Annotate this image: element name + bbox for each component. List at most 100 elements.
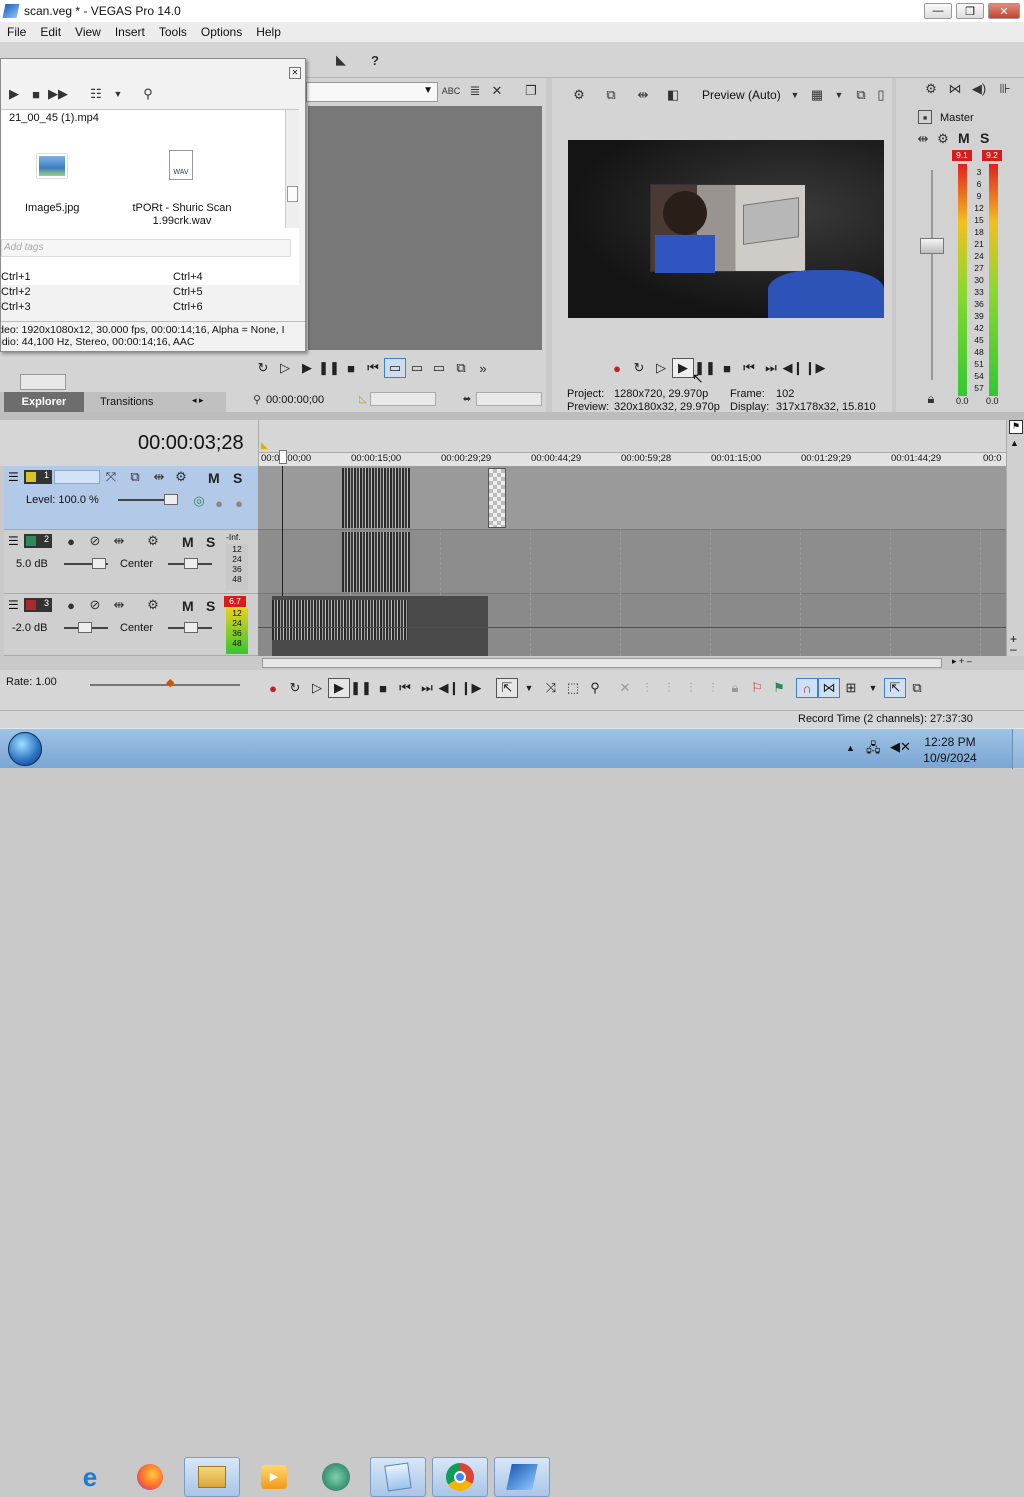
zoom-out-icon[interactable]: –	[1010, 642, 1017, 656]
volume-slider-handle[interactable]	[78, 622, 92, 633]
level-slider-handle[interactable]	[164, 494, 178, 505]
track-header-3[interactable]: ☰ 3 ● ⊘ ⇹ ⚙ M S -2.0 dB Center 6.7 12 24…	[4, 594, 258, 656]
mask-icon[interactable]: ●	[230, 494, 248, 512]
audio-clip-2[interactable]	[342, 532, 410, 592]
spellcheck-icon[interactable]: ABC	[442, 82, 461, 100]
menu-edit[interactable]: Edit	[33, 25, 68, 39]
automation-icon[interactable]: ⇹	[150, 468, 168, 486]
menu-options[interactable]: Options	[194, 25, 249, 39]
play-icon[interactable]: ▶	[5, 85, 23, 103]
network-icon[interactable]: 🖧︎	[866, 739, 881, 761]
start-orb[interactable]	[8, 732, 42, 766]
go-to-end-icon[interactable]: ⏭	[760, 358, 782, 378]
clock-date[interactable]: 10/9/2024	[920, 751, 980, 765]
solo-button[interactable]: S	[206, 534, 215, 550]
master-fader-handle[interactable]	[920, 238, 944, 254]
tab-scroll-arrows[interactable]: ◂ ▸	[192, 395, 204, 406]
loop-icon[interactable]: ↻	[252, 358, 274, 378]
views-icon[interactable]: ☷	[87, 85, 105, 103]
vegas-pro-icon[interactable]	[494, 1457, 550, 1497]
scrollbar-thumb[interactable]	[287, 186, 298, 202]
record-icon[interactable]: ●	[262, 678, 284, 698]
overlay-icon[interactable]: ◧	[664, 86, 682, 104]
chevron-down-icon[interactable]: ▼	[109, 85, 127, 103]
pan-slider-handle[interactable]	[184, 558, 198, 569]
cursor-icon[interactable]: ◣	[332, 51, 350, 69]
chrome-icon[interactable]	[432, 1457, 488, 1497]
chevron-down-icon[interactable]: ▼	[862, 678, 884, 698]
teamviewer-icon[interactable]	[308, 1457, 364, 1497]
vertical-scrollbar[interactable]	[285, 110, 299, 228]
length-field[interactable]	[476, 392, 542, 406]
file-explorer-icon[interactable]	[184, 1457, 240, 1497]
video-clip[interactable]	[342, 468, 410, 528]
ignore-grouping-icon[interactable]: ⧉	[906, 678, 928, 698]
transparent-clip[interactable]	[488, 468, 506, 528]
scroll-up-icon[interactable]: ▲	[1010, 438, 1019, 448]
play-icon[interactable]: ▶	[296, 358, 318, 378]
wav-file-icon[interactable]: WAV	[169, 150, 193, 180]
split-screen-icon[interactable]: ⇹	[634, 86, 652, 104]
go-to-start-icon[interactable]: ⏮	[362, 358, 384, 378]
mute-button[interactable]: M	[182, 534, 194, 550]
record-arm-icon[interactable]: ●	[62, 532, 80, 550]
timeline-ruler[interactable]: ◣ 00:00:00;00 00:00:15;00 00:00:29;29 00…	[258, 420, 1007, 466]
lock-envelopes-icon[interactable]: ⇱	[884, 678, 906, 698]
chevron-down-icon[interactable]: ▼	[518, 678, 540, 698]
loop-icon[interactable]: ↻	[628, 358, 650, 378]
add-to-timeline-icon[interactable]: ⧉	[450, 358, 472, 378]
trim-mode-icon[interactable]: ▭	[384, 358, 406, 378]
envelope-tool-icon[interactable]: ⤨	[540, 678, 562, 698]
go-to-start-icon[interactable]: ⏮	[394, 678, 416, 698]
save-snapshot-icon[interactable]: ▯	[872, 86, 890, 104]
volume-slider-handle[interactable]	[92, 558, 106, 569]
downmix-icon[interactable]: ⋈	[946, 80, 964, 98]
clear-icon[interactable]: ✕	[488, 82, 506, 100]
mute-button[interactable]: M	[958, 130, 970, 146]
record-arm-icon[interactable]: ●	[62, 596, 80, 614]
compositing-icon[interactable]: ⧉	[126, 468, 144, 486]
zoom-tool-icon[interactable]: ⚲	[584, 678, 606, 698]
record-icon[interactable]: ●	[606, 358, 628, 378]
gear-icon[interactable]: ⚙	[172, 468, 190, 486]
gear-icon[interactable]: ⚙	[144, 532, 162, 550]
minimize-button[interactable]: —	[924, 3, 952, 19]
grid-icon[interactable]: ▦	[808, 86, 826, 104]
stop-icon[interactable]: ■	[716, 358, 738, 378]
trim-out-icon[interactable]: ▭	[428, 358, 450, 378]
show-desktop-button[interactable]	[1012, 729, 1024, 769]
window-icon[interactable]: ❐	[522, 82, 540, 100]
volume-muted-icon[interactable]: ◀✕	[890, 739, 911, 755]
trim-start-icon[interactable]: ⫶	[658, 678, 680, 698]
file-name-wav[interactable]: tPORt - Shuric Scan 1.99crk.wav	[129, 202, 235, 228]
tab-transitions[interactable]: Transitions	[100, 396, 153, 408]
search-icon[interactable]: ⚲	[139, 85, 157, 103]
ripple-edit-icon[interactable]: ⊞	[840, 678, 862, 698]
collapse-icon[interactable]: ☰	[8, 598, 19, 612]
go-to-end-icon[interactable]: ⏭	[416, 678, 438, 698]
track-header-2[interactable]: ☰ 2 ● ⊘ ⇹ ⚙ M S 5.0 dB Center -Inf. 12 2…	[4, 530, 258, 594]
audio-clip-3[interactable]	[272, 596, 488, 656]
solo-button[interactable]: S	[233, 470, 242, 486]
normal-edit-tool-icon[interactable]: ⇱	[496, 678, 518, 698]
gear-icon[interactable]: ⚙	[922, 80, 940, 98]
file-name-image[interactable]: Image5.jpg	[25, 202, 79, 214]
play-icon[interactable]: ▶	[328, 678, 350, 698]
media-player-icon[interactable]: ▶	[246, 1457, 302, 1497]
image-file-icon[interactable]	[37, 154, 67, 178]
stop-icon[interactable]: ■	[372, 678, 394, 698]
menu-help[interactable]: Help	[249, 25, 288, 39]
menu-tools[interactable]: Tools	[152, 25, 194, 39]
parent-composite-icon[interactable]: ◎	[190, 492, 208, 510]
preview-quality[interactable]: Preview (Auto)	[702, 88, 781, 102]
horizontal-scrollbar[interactable]	[20, 374, 66, 390]
loop-icon[interactable]: ↻	[284, 678, 306, 698]
menu-insert[interactable]: Insert	[108, 25, 152, 39]
menu-view[interactable]: View	[68, 25, 108, 39]
list-icon[interactable]: ≣	[466, 82, 484, 100]
lock-icon[interactable]: 🔒︎	[724, 678, 746, 698]
solo-button[interactable]: S	[206, 598, 215, 614]
stop-icon[interactable]: ■	[340, 358, 362, 378]
lock-icon[interactable]: 🔒︎	[922, 390, 940, 408]
gear-icon[interactable]: ⚙	[144, 596, 162, 614]
